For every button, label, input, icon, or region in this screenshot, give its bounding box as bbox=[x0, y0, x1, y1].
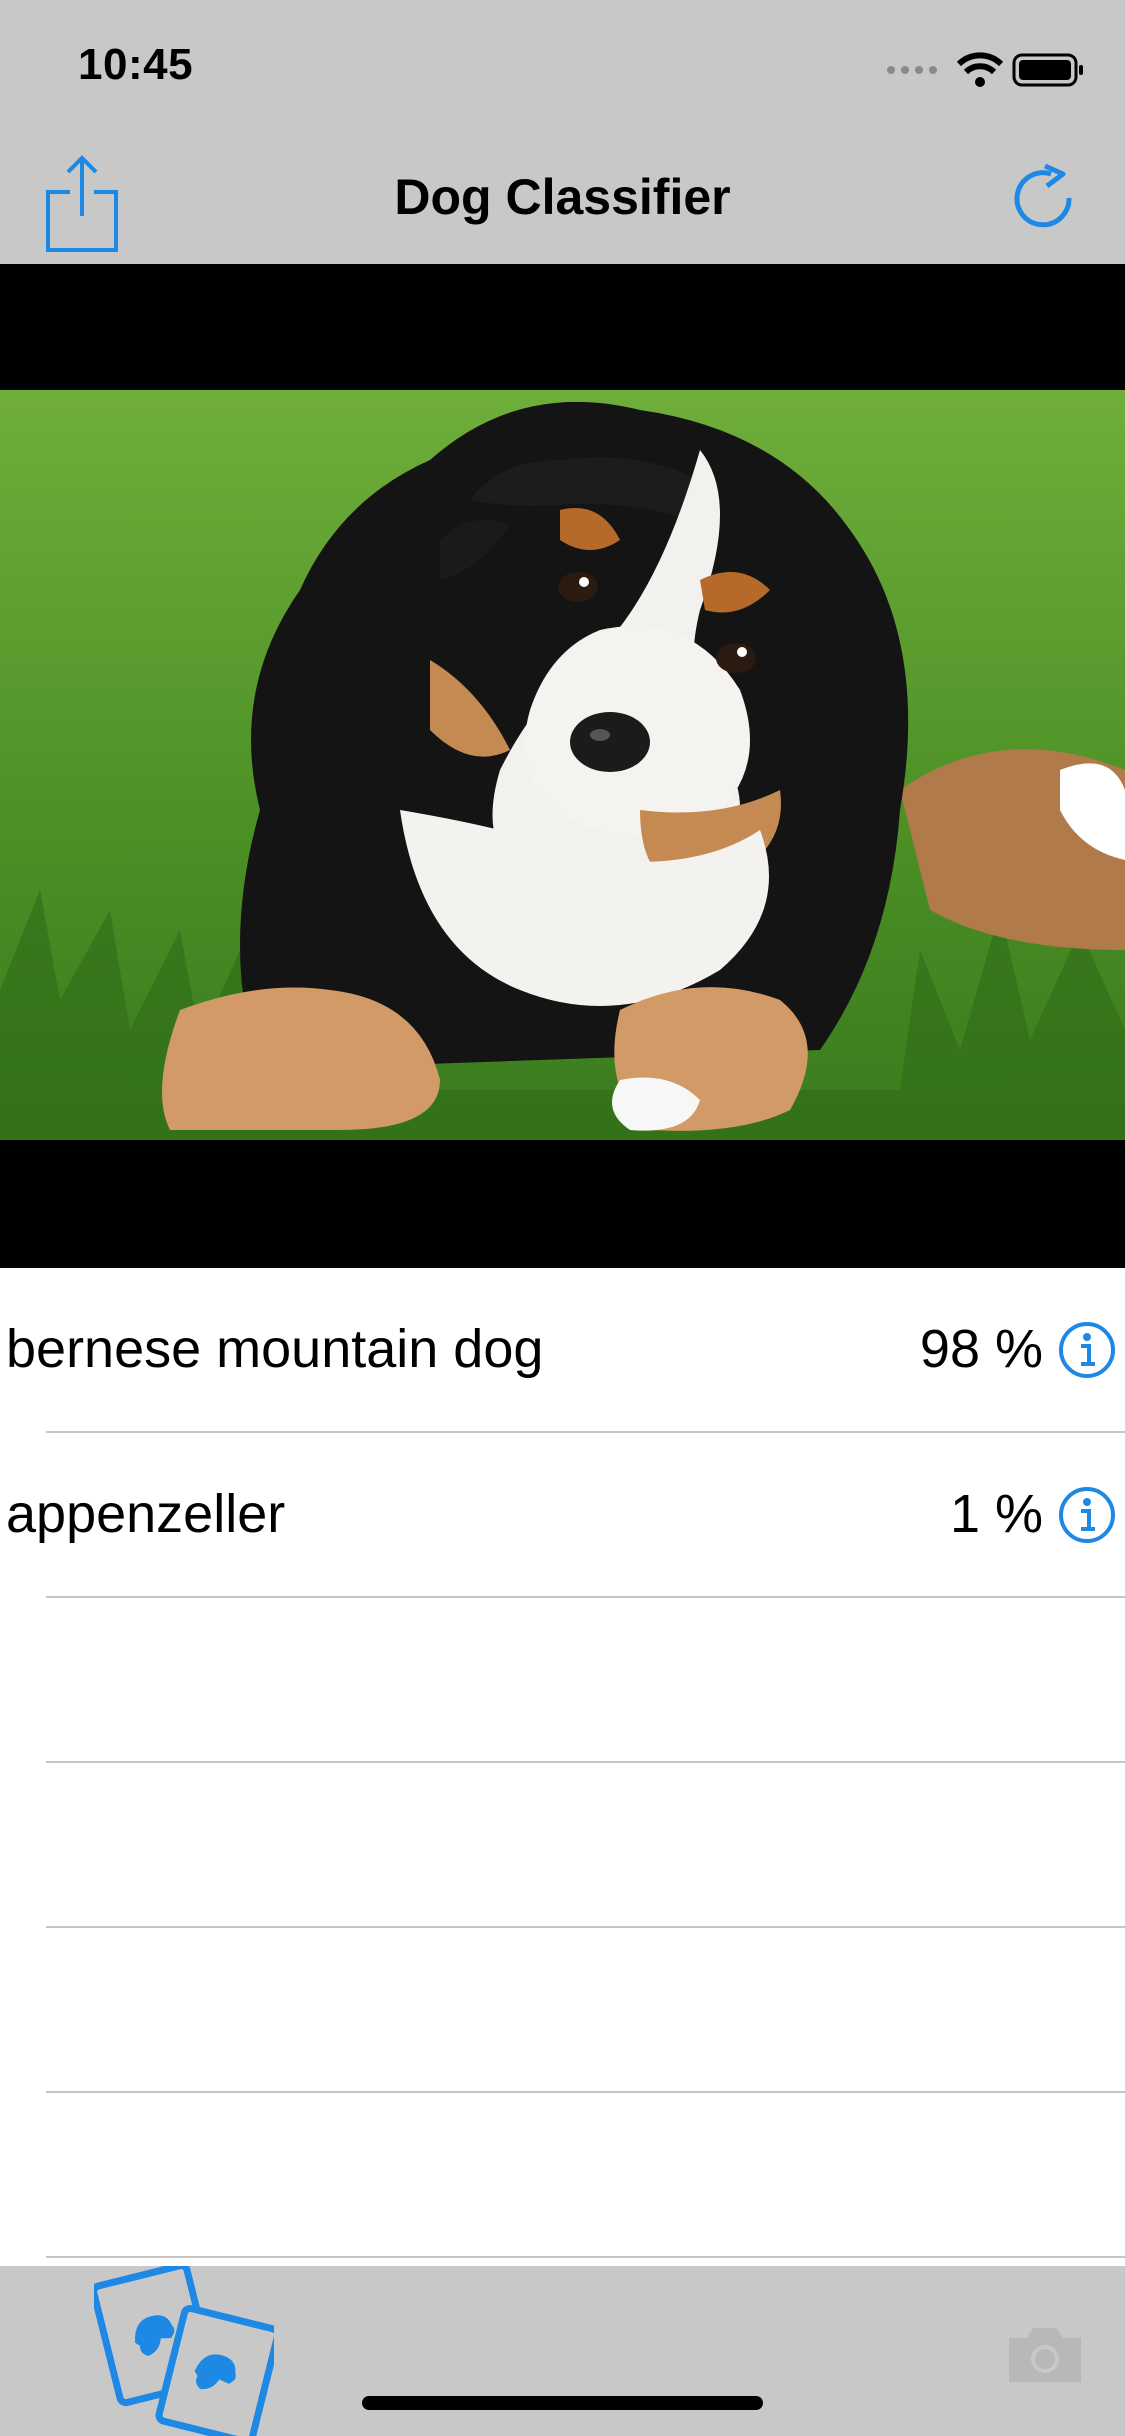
result-row[interactable]: appenzeller 1 % bbox=[0, 1433, 1125, 1598]
empty-row bbox=[0, 1928, 1125, 2093]
breed-name: appenzeller bbox=[6, 1484, 286, 1544]
dog-photos-icon[interactable] bbox=[94, 2266, 274, 2436]
camera-icon[interactable] bbox=[1005, 2322, 1085, 2386]
info-icon[interactable] bbox=[1057, 1320, 1117, 1380]
home-indicator[interactable] bbox=[362, 2396, 763, 2410]
status-time: 10:45 bbox=[78, 40, 194, 89]
refresh-icon[interactable] bbox=[1007, 162, 1083, 238]
results-list: bernese mountain dog 98 % appenzeller 1 … bbox=[0, 1268, 1125, 2264]
empty-row bbox=[0, 1598, 1125, 1763]
confidence-percent: 1 % bbox=[949, 1484, 1043, 1544]
row-separator bbox=[46, 2256, 1125, 2258]
confidence-percent: 98 % bbox=[919, 1319, 1043, 1379]
breed-name: bernese mountain dog bbox=[6, 1319, 544, 1379]
page-title: Dog Classifier bbox=[394, 169, 731, 225]
cellular-icon bbox=[887, 66, 937, 74]
empty-row bbox=[0, 2093, 1125, 2258]
wifi-icon bbox=[956, 52, 1004, 87]
status-icons bbox=[887, 52, 1083, 87]
dog-photo bbox=[0, 390, 1125, 1140]
status-bar: 10:45 bbox=[0, 0, 1125, 132]
info-icon[interactable] bbox=[1057, 1485, 1117, 1545]
tab-bar bbox=[0, 2266, 1125, 2436]
photo-frame bbox=[0, 264, 1125, 1268]
navigation-bar: Dog Classifier bbox=[0, 132, 1125, 264]
battery-icon bbox=[1012, 53, 1083, 87]
empty-row bbox=[0, 1763, 1125, 1928]
result-row[interactable]: bernese mountain dog 98 % bbox=[0, 1268, 1125, 1433]
